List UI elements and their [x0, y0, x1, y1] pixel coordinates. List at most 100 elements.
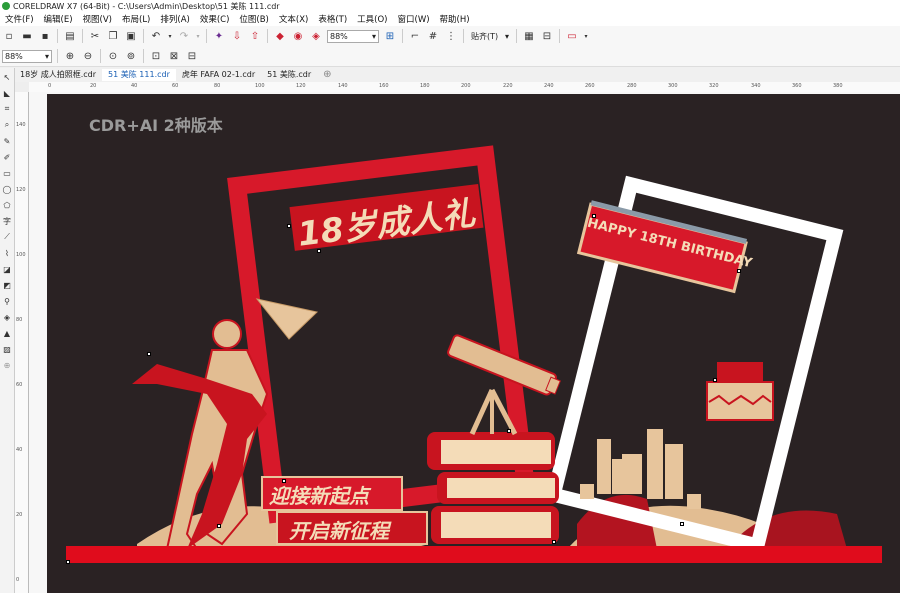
text-tool-icon[interactable]: 字	[1, 215, 13, 227]
birthday-cake	[706, 362, 774, 421]
rectangle-tool-icon[interactable]: ▭	[1, 167, 13, 179]
tab-document-2[interactable]: 51 美陈 111.cdr	[102, 69, 176, 81]
zoom-tool-icon[interactable]: ⌕	[1, 119, 13, 131]
ruler-origin[interactable]	[15, 82, 29, 92]
color-eyedropper-icon[interactable]: ⚲	[1, 295, 13, 307]
show-rulers-icon[interactable]: ⌐	[408, 29, 422, 43]
outline-pen-icon[interactable]: ▨	[1, 343, 13, 355]
launch-settings-icon[interactable]: ⊟	[540, 29, 554, 43]
selection-handle[interactable]	[713, 378, 717, 382]
ruler-label: 80	[16, 317, 23, 323]
selection-handle[interactable]	[592, 214, 596, 218]
selection-handle[interactable]	[66, 560, 70, 564]
selection-handle[interactable]	[317, 249, 321, 253]
new-document-icon[interactable]: ▫	[2, 29, 16, 43]
menu-window[interactable]: 窗口(W)	[393, 13, 435, 25]
zoom-to-selected-icon[interactable]: ⊙	[106, 49, 120, 63]
version-label: CDR+AI 2种版本	[89, 116, 223, 135]
ruler-label: 120	[296, 83, 306, 89]
menu-edit[interactable]: 编辑(E)	[39, 13, 78, 25]
menu-bitmaps[interactable]: 位图(B)	[234, 13, 273, 25]
show-grid-icon[interactable]: #	[426, 29, 440, 43]
connector-tool-icon[interactable]: ⌇	[1, 247, 13, 259]
copy-icon[interactable]: ❐	[106, 29, 120, 43]
menu-arrange[interactable]: 排列(A)	[155, 13, 194, 25]
zoom-out-icon[interactable]: ⊖	[81, 49, 95, 63]
vertical-ruler[interactable]: 140 120 100 80 60 40 20 0	[15, 92, 29, 593]
full-screen-preview-icon[interactable]: ⊞	[383, 29, 397, 43]
cut-icon[interactable]: ✂	[88, 29, 102, 43]
menu-text[interactable]: 文本(X)	[274, 13, 313, 25]
document-page[interactable]: CDR+AI 2种版本 18岁成人礼 HAPPY 18TH BIRTHDAY 迎…	[47, 94, 900, 593]
add-tool-plus-icon[interactable]: ⊕	[1, 359, 13, 371]
parallel-dimension-icon[interactable]: ⟋	[1, 231, 13, 243]
selection-handle[interactable]	[737, 269, 741, 273]
menu-layout[interactable]: 布局(L)	[117, 13, 155, 25]
selection-handle[interactable]	[147, 352, 151, 356]
polygon-tool-icon[interactable]: ⬠	[1, 199, 13, 211]
toolbar-separator	[143, 29, 144, 43]
new-tab-plus-icon[interactable]: ⊕	[317, 69, 338, 81]
menu-tools[interactable]: 工具(O)	[352, 13, 392, 25]
show-guidelines-icon[interactable]: ⋮	[444, 29, 458, 43]
crop-tool-icon[interactable]: ⌗	[1, 103, 13, 115]
paste-icon[interactable]: ▣	[124, 29, 138, 43]
zoom-to-all-objects-icon[interactable]: ⊚	[124, 49, 138, 63]
undo-dropdown-icon[interactable]: ▾	[167, 29, 173, 43]
zoom-to-height-icon[interactable]: ⊟	[185, 49, 199, 63]
quick-customize-icon[interactable]: ▭	[565, 29, 579, 43]
zoom-levels-select[interactable]: 88% ▾	[2, 49, 52, 63]
interactive-fill-icon[interactable]: ◈	[1, 311, 13, 323]
tab-document-4[interactable]: 51 美陈.cdr	[261, 69, 318, 81]
chevron-down-icon: ▾	[504, 31, 509, 41]
corel-connect-icon[interactable]: ◈	[309, 29, 323, 43]
selection-handle[interactable]	[680, 522, 684, 526]
open-folder-icon[interactable]: ▬	[20, 29, 34, 43]
redo-icon[interactable]: ↷	[177, 29, 191, 43]
shape-tool-icon[interactable]: ◣	[1, 87, 13, 99]
ruler-label: 40	[16, 447, 23, 453]
drop-shadow-icon[interactable]: ◪	[1, 263, 13, 275]
pick-tool-icon[interactable]: ↖	[1, 71, 13, 83]
freehand-tool-icon[interactable]: ✎	[1, 135, 13, 147]
artistic-media-icon[interactable]: ✐	[1, 151, 13, 163]
ruler-label: 140	[338, 83, 348, 89]
quick-customize-dropdown-icon[interactable]: ▾	[583, 29, 589, 43]
toolbox: ↖ ◣ ⌗ ⌕ ✎ ✐ ▭ ◯ ⬠ 字 ⟋ ⌇ ◪ ◩ ⚲ ◈ ▲ ▨ ⊕	[0, 68, 15, 593]
ellipse-tool-icon[interactable]: ◯	[1, 183, 13, 195]
menu-view[interactable]: 视图(V)	[78, 13, 117, 25]
application-launcher-icon[interactable]: ◆	[273, 29, 287, 43]
transparency-tool-icon[interactable]: ◩	[1, 279, 13, 291]
search-content-icon[interactable]: ✦	[212, 29, 226, 43]
document-tab-bar: 18岁 成人拍照框.cdr 51 美陈 111.cdr 虎年 FAFA 02-1…	[14, 68, 900, 81]
tab-document-3[interactable]: 虎年 FAFA 02-1.cdr	[175, 69, 262, 81]
menu-help[interactable]: 帮助(H)	[435, 13, 475, 25]
selection-handle[interactable]	[507, 429, 511, 433]
menu-effects[interactable]: 效果(C)	[195, 13, 235, 25]
smart-fill-icon[interactable]: ▲	[1, 327, 13, 339]
menu-table[interactable]: 表格(T)	[313, 13, 352, 25]
options-icon[interactable]: ▦	[522, 29, 536, 43]
export-icon[interactable]: ⇧	[248, 29, 262, 43]
selection-handle[interactable]	[287, 224, 291, 228]
selection-handle[interactable]	[552, 540, 556, 544]
tab-document-1[interactable]: 18岁 成人拍照框.cdr	[14, 69, 103, 81]
zoom-level-select[interactable]: 88% ▾	[327, 29, 379, 43]
selection-handle[interactable]	[217, 524, 221, 528]
undo-icon[interactable]: ↶	[149, 29, 163, 43]
welcome-screen-icon[interactable]: ◉	[291, 29, 305, 43]
title-bar: CORELDRAW X7 (64-Bit) - C:\Users\Admin\D…	[0, 0, 900, 12]
import-icon[interactable]: ⇩	[230, 29, 244, 43]
window-title: CORELDRAW X7 (64-Bit) - C:\Users\Admin\D…	[13, 1, 280, 11]
zoom-to-width-icon[interactable]: ⊠	[167, 49, 181, 63]
print-icon[interactable]: ▤	[63, 29, 77, 43]
menu-file[interactable]: 文件(F)	[0, 13, 39, 25]
zoom-to-page-icon[interactable]: ⊡	[149, 49, 163, 63]
redo-dropdown-icon[interactable]: ▾	[195, 29, 201, 43]
zoom-in-icon[interactable]: ⊕	[63, 49, 77, 63]
save-icon[interactable]: ▪	[38, 29, 52, 43]
ruler-label: 200	[461, 83, 471, 89]
selection-handle[interactable]	[282, 479, 286, 483]
snap-to-dropdown[interactable]: 贴齐(T) ▾	[469, 30, 511, 43]
toolbar-separator	[82, 29, 83, 43]
